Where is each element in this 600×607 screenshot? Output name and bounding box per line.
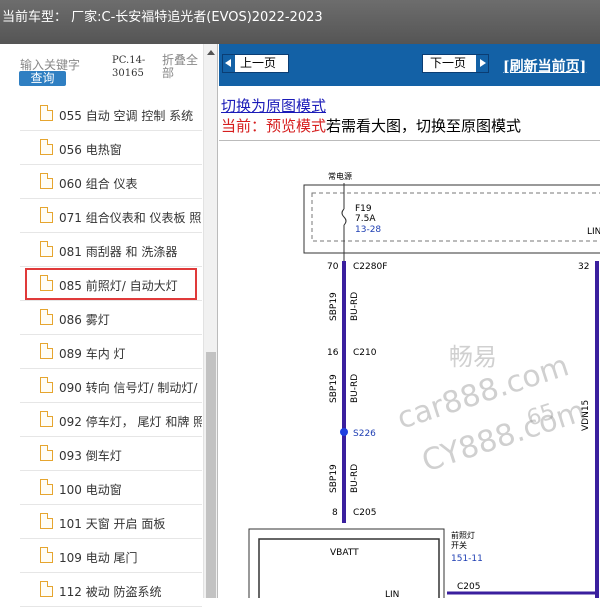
wire-color-label-2: BU-RD	[350, 374, 360, 403]
tree-item-label: 112 被动 防盗系统	[59, 585, 162, 599]
file-icon	[40, 581, 53, 597]
pin-16: 16	[327, 348, 339, 358]
connector-c210: C210	[353, 348, 377, 358]
tree-item-label: 060 组合 仪表	[59, 177, 138, 191]
tree-item-label: 081 雨刮器 和 洗涤器	[59, 245, 178, 259]
content-panel: 上一页 下一页 [刷新当前页] 切换为原图模式 当前：预览模式若需看大图，切换至…	[219, 44, 600, 598]
tree-item-label: 101 天窗 开启 面板	[59, 517, 166, 531]
refresh-page-link[interactable]: [刷新当前页]	[503, 56, 586, 76]
tree-item[interactable]: 056 电热窗	[20, 131, 202, 165]
splice-s226: S226	[353, 429, 376, 439]
wiring-diagram[interactable]: 常电源 F19 7.5A 13-28 LIN 70 C2280F 32 SBP1…	[219, 140, 600, 598]
window-title: 当前车型： 厂家:C-长安福特追光者(EVOS)2022-2023	[2, 10, 323, 25]
tree-item-label: 093 倒车灯	[59, 449, 122, 463]
collapse-all-button[interactable]: 折叠全部	[162, 54, 202, 80]
tree-item[interactable]: 085 前照灯/ 自动大灯	[20, 267, 202, 301]
selected-item-highlight	[25, 268, 197, 300]
window-titlebar: 当前车型： 厂家:C-长安福特追光者(EVOS)2022-2023	[0, 0, 600, 44]
tree-item[interactable]: 109 电动 尾门	[20, 539, 202, 573]
chapter-list: 055 自动 空调 控制 系统 056 电热窗 060 组合 仪表 071 组合仪表和…	[20, 97, 202, 607]
splice-dot	[340, 428, 348, 436]
left-scrollbar[interactable]	[203, 44, 217, 598]
current-mode-text: 当前：预览模式若需看大图，切换至原图模式	[221, 115, 521, 136]
wire-color-label: BU-RD	[350, 292, 360, 321]
file-icon	[40, 343, 53, 359]
fuse-rating: 7.5A	[355, 214, 376, 224]
file-icon	[40, 547, 53, 563]
lin-label: LIN	[587, 227, 600, 237]
pc-code: PC.14-30165	[112, 55, 146, 79]
tree-item[interactable]: 060 组合 仪表	[20, 165, 202, 199]
pin-32: 32	[578, 262, 589, 272]
current-mode-label: 当前：预览模式	[221, 117, 327, 135]
next-page-label: 下一页	[430, 56, 467, 70]
search-area: 输入关键字 查询 PC.14-30165 折叠全部	[0, 44, 218, 94]
connector-c205: C205	[353, 508, 376, 518]
circuit-label-2: SBP19	[329, 374, 339, 403]
file-icon	[40, 139, 53, 155]
connector-c2280f: C2280F	[353, 262, 387, 272]
wire-color-label-3: BU-RD	[350, 464, 360, 493]
left-panel: 输入关键字 查询 PC.14-30165 折叠全部 055 自动 空调 控制 系…	[0, 44, 218, 607]
switch-ref: 151-11	[451, 554, 483, 564]
file-icon	[40, 173, 53, 189]
tree-item[interactable]: 112 被动 防盗系统	[20, 573, 202, 607]
lin-bottom-label: LIN	[385, 590, 399, 598]
prev-page-button[interactable]: 上一页	[222, 54, 289, 73]
file-icon	[40, 241, 53, 257]
right-arrow-icon	[476, 55, 488, 72]
circuit-label: SBP19	[329, 292, 339, 321]
tree-item-label: 056 电热窗	[59, 143, 122, 157]
tree-item-label: 109 电动 尾门	[59, 551, 138, 565]
tree-item-label: 086 雾灯	[59, 313, 110, 327]
scrollbar-thumb[interactable]	[206, 352, 216, 598]
wiring-diagram-svg: 常电源 F19 7.5A 13-28 LIN 70 C2280F 32 SBP1…	[248, 171, 600, 598]
tree-item[interactable]: 071 组合仪表和 仪表板 照	[20, 199, 202, 233]
tree-item[interactable]: 093 倒车灯	[20, 437, 202, 471]
pin-70: 70	[327, 262, 339, 272]
file-icon	[40, 105, 53, 121]
tree-item-label: 071 组合仪表和 仪表板 照	[59, 211, 202, 225]
switch-label: 前照灯开关	[451, 530, 475, 550]
file-icon	[40, 513, 53, 529]
toolbar: 上一页 下一页 [刷新当前页]	[219, 44, 600, 86]
tree-item[interactable]: 090 转向 信号灯/ 制动灯/	[20, 369, 202, 403]
scroll-up-arrow-icon[interactable]	[207, 50, 215, 55]
pin-8: 8	[332, 508, 338, 518]
fuse-box	[303, 184, 600, 254]
file-icon	[40, 207, 53, 223]
connector-c205-b: C205	[457, 582, 480, 592]
next-page-button[interactable]: 下一页	[422, 54, 489, 73]
left-arrow-icon	[223, 55, 235, 72]
file-icon	[40, 411, 53, 427]
tree-item-label: 089 车内 灯	[59, 347, 126, 361]
fuse-ref: 13-28	[355, 225, 381, 235]
vdn15-label: VDN15	[581, 400, 591, 431]
tree-item-label: 092 停车灯， 尾灯 和牌 照	[59, 415, 202, 429]
tree-item-label: 055 自动 空调 控制 系统	[59, 109, 194, 123]
query-button[interactable]: 查询	[19, 71, 66, 86]
circuit-label-3: SBP19	[329, 464, 339, 493]
tree-item[interactable]: 092 停车灯， 尾灯 和牌 照	[20, 403, 202, 437]
prev-page-label: 上一页	[240, 56, 277, 70]
tree-item-label: 100 电动窗	[59, 483, 122, 497]
tree-item[interactable]: 081 雨刮器 和 洗涤器	[20, 233, 202, 267]
file-icon	[40, 445, 53, 461]
file-icon	[40, 377, 53, 393]
tree-item[interactable]: 055 自动 空调 控制 系统	[20, 97, 202, 131]
fuse-name: F19	[355, 204, 372, 214]
power-label: 常电源	[328, 171, 352, 181]
tree-item[interactable]: 089 车内 灯	[20, 335, 202, 369]
tree-item-label: 090 转向 信号灯/ 制动灯/	[59, 381, 198, 395]
file-icon	[40, 309, 53, 325]
tree-item[interactable]: 100 电动窗	[20, 471, 202, 505]
tree-item[interactable]: 086 雾灯	[20, 301, 202, 335]
switch-original-mode-link[interactable]: 切换为原图模式	[221, 95, 326, 116]
vbatt-label: VBATT	[330, 548, 359, 558]
file-icon	[40, 479, 53, 495]
current-mode-hint: 若需看大图，切换至原图模式	[326, 117, 522, 135]
tree-item[interactable]: 101 天窗 开启 面板	[20, 505, 202, 539]
fuse-symbol	[341, 208, 347, 226]
